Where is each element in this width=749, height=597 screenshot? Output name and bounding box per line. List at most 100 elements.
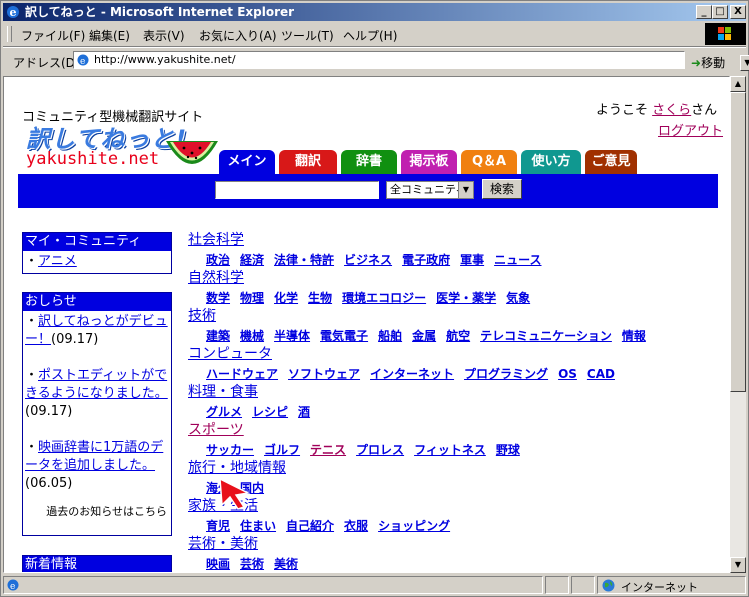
subcategory-link[interactable]: 軍事 — [460, 253, 484, 267]
subcategory-link[interactable]: ソフトウェア — [288, 367, 360, 381]
address-input[interactable]: e http://www.yakushite.net/ ▼ — [73, 51, 749, 71]
subcategory-link[interactable]: 気象 — [506, 291, 530, 305]
address-dropdown-button[interactable]: ▼ — [740, 55, 749, 71]
category-social-science[interactable]: 社会科学 — [188, 229, 244, 249]
category-travel[interactable]: 旅行・地域情報 — [188, 457, 286, 477]
tab-main[interactable]: メイン — [219, 150, 275, 174]
news-archive-link[interactable]: 過去のお知らせはこちら — [25, 503, 169, 521]
subcategory-link[interactable]: ハードウェア — [206, 367, 278, 381]
minimize-button[interactable]: _ — [696, 5, 712, 19]
subcategory-link[interactable]: 酒 — [298, 405, 310, 419]
subcategory-link[interactable]: 衣服 — [344, 519, 368, 533]
tab-bbs[interactable]: 掲示板 — [401, 150, 457, 174]
subcategory-link[interactable]: 数学 — [206, 291, 230, 305]
scroll-up-button[interactable]: ▲ — [730, 76, 746, 92]
search-input[interactable] — [215, 181, 379, 199]
svg-text:e: e — [10, 6, 17, 19]
category-sports[interactable]: スポーツ — [188, 419, 244, 439]
subcategory-link[interactable]: ゴルフ — [264, 443, 300, 457]
subcategory-link[interactable]: 電気電子 — [320, 329, 368, 343]
category-technology[interactable]: 技術 — [188, 305, 216, 325]
welcome-suffix: さん — [691, 103, 718, 118]
category-computer[interactable]: コンピュータ — [188, 343, 272, 363]
subcategory-link[interactable]: 半導体 — [274, 329, 310, 343]
chevron-down-icon[interactable]: ▼ — [458, 182, 473, 198]
subcategory-link[interactable]: 住まい — [240, 519, 276, 533]
tab-howto[interactable]: 使い方 — [521, 150, 581, 174]
subcategory-link[interactable]: 生物 — [308, 291, 332, 305]
category-cooking[interactable]: 料理・食事 — [188, 381, 258, 401]
close-button[interactable]: X — [730, 5, 746, 19]
subcategory-link[interactable]: 金属 — [412, 329, 436, 343]
news-link[interactable]: ポストエディットができるようになりました。 — [25, 368, 168, 401]
subcategory-link[interactable]: OS — [558, 367, 577, 381]
subcategory-link[interactable]: 環境エコロジー — [342, 291, 426, 305]
subcategory-link[interactable]: 法律・特許 — [274, 253, 334, 267]
subcategory-link[interactable]: ニュース — [494, 253, 541, 267]
subcategory-list: サッカー ゴルフ テニス プロレス フィットネス 野球 — [206, 441, 530, 458]
logout-link[interactable]: ログアウト — [658, 120, 723, 139]
category-natural-science[interactable]: 自然科学 — [188, 267, 244, 287]
maximize-button[interactable]: □ — [712, 5, 728, 19]
subcategory-link[interactable]: プロレス — [356, 443, 404, 457]
tab-feedback[interactable]: ご意見 — [585, 150, 637, 174]
subcategory-link[interactable]: グルメ — [206, 405, 242, 419]
subcategory-link[interactable]: 船舶 — [378, 329, 402, 343]
subcategory-link[interactable]: インターネット — [370, 367, 454, 381]
subcategory-link[interactable]: ショッピング — [378, 519, 450, 533]
security-zone: インターネット — [621, 581, 698, 594]
go-button[interactable]: ➜移動 — [691, 54, 725, 71]
window-title: 訳してねっと - Microsoft Internet Explorer — [25, 5, 295, 19]
menu-help[interactable]: ヘルプ(H) — [343, 27, 397, 44]
tab-translate[interactable]: 翻訳 — [279, 150, 337, 174]
my-community-item[interactable]: アニメ — [38, 254, 77, 269]
username-link[interactable]: さくら — [652, 103, 691, 118]
news-link[interactable]: 映画辞書に1万語のデータを追加しました。 — [25, 440, 163, 473]
subcategory-link[interactable]: 電子政府 — [402, 253, 450, 267]
subcategory-link[interactable]: 経済 — [240, 253, 264, 267]
scroll-thumb[interactable] — [730, 92, 746, 392]
search-button[interactable]: 検索 — [482, 179, 522, 199]
subcategory-link[interactable]: 政治 — [206, 253, 230, 267]
subcategory-list: ハードウェア ソフトウェア インターネット プログラミング OS CAD — [206, 365, 625, 382]
vertical-scrollbar[interactable]: ▲ ▼ — [730, 76, 746, 573]
go-arrow-icon: ➜ — [691, 56, 702, 70]
subcategory-link[interactable]: フィットネス — [414, 443, 486, 457]
tab-qa[interactable]: Q＆A — [461, 150, 517, 174]
subcategory-link[interactable]: 機械 — [240, 329, 264, 343]
subcategory-link[interactable]: 芸術 — [240, 557, 264, 571]
toolbar-grip — [7, 26, 12, 42]
menu-tools[interactable]: ツール(T) — [281, 27, 334, 44]
subcategory-link[interactable]: 航空 — [446, 329, 470, 343]
menu-edit[interactable]: 編集(E) — [89, 27, 130, 44]
category-arts[interactable]: 芸術・美術 — [188, 533, 258, 553]
subcategory-link[interactable]: サッカー — [206, 443, 254, 457]
my-community-title: マイ・コミュニティ — [23, 233, 171, 251]
subcategory-link[interactable]: 化学 — [274, 291, 298, 305]
subcategory-link[interactable]: 建築 — [206, 329, 230, 343]
scroll-down-button[interactable]: ▼ — [730, 557, 746, 573]
community-select[interactable]: 全コミュニティ ▼ — [386, 181, 474, 199]
subcategory-link[interactable]: 情報 — [622, 329, 646, 343]
menu-favorites[interactable]: お気に入り(A) — [199, 27, 277, 44]
news-list: ・訳してねっとがデビュー！(09.17) ・ポストエディットができるようになりま… — [23, 311, 171, 523]
menu-view[interactable]: 表示(V) — [143, 27, 185, 44]
subcategory-link[interactable]: 自己紹介 — [286, 519, 334, 533]
subcategory-link[interactable]: 野球 — [496, 443, 520, 457]
status-cell — [545, 576, 569, 594]
subcategory-link[interactable]: 映画 — [206, 557, 230, 571]
subcategory-link[interactable]: CAD — [587, 367, 615, 381]
subcategory-link[interactable]: ビジネス — [344, 253, 392, 267]
subcategory-link[interactable]: 育児 — [206, 519, 230, 533]
subcategory-link[interactable]: 美術 — [274, 557, 298, 571]
subcategory-link[interactable]: 物理 — [240, 291, 264, 305]
subcategory-link[interactable]: 医学・薬学 — [436, 291, 496, 305]
status-main-cell: e — [3, 576, 543, 594]
subcategory-link[interactable]: レシピ — [252, 405, 288, 419]
menu-file[interactable]: ファイル(F) — [21, 27, 85, 44]
tab-dictionary[interactable]: 辞書 — [341, 150, 397, 174]
subcategory-link[interactable]: プログラミング — [464, 367, 548, 381]
subcategory-link[interactable]: テレコミュニケーション — [480, 329, 612, 343]
subcategory-link[interactable]: テニス — [310, 443, 346, 457]
watermelon-icon — [166, 141, 218, 164]
